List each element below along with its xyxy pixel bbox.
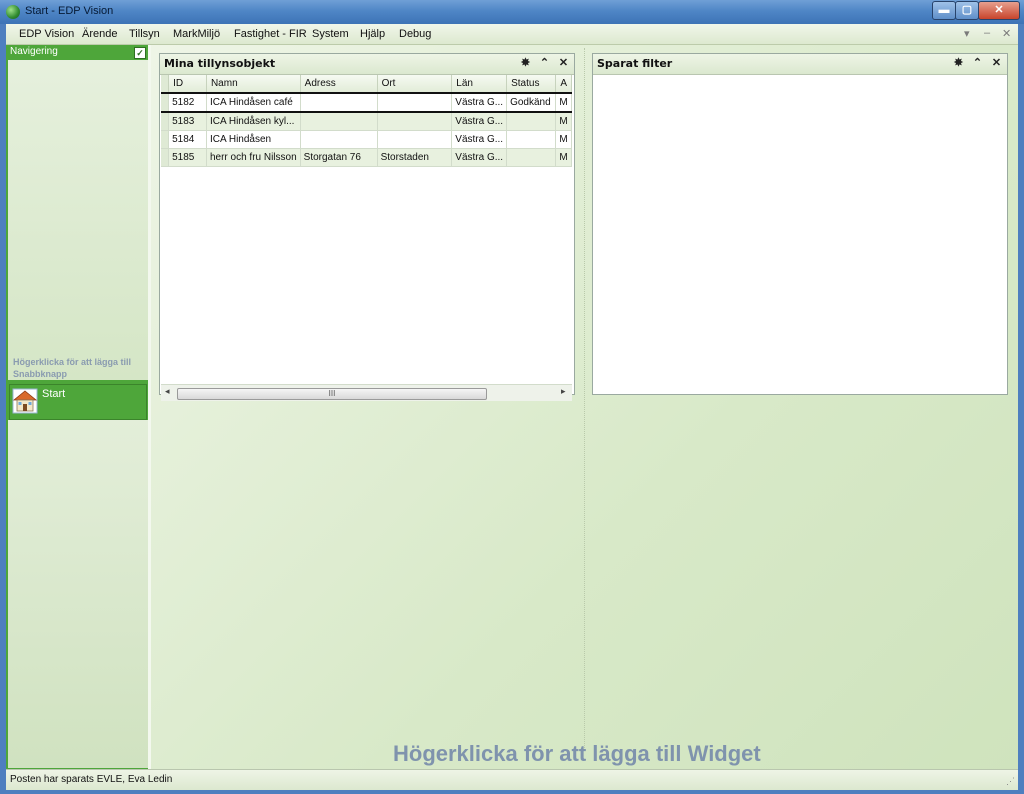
cell-adress[interactable] [300, 92, 378, 113]
cell-id[interactable]: 5183 [168, 112, 207, 131]
tillsyn-widget-header[interactable]: Mina tillynsobjekt ✸ ⌃ ✕ [160, 54, 574, 75]
collapse-icon[interactable]: ⌃ [971, 57, 984, 70]
cell-status[interactable] [506, 130, 557, 149]
sparat-filter-title: Sparat filter [597, 57, 673, 70]
cell-lan[interactable]: Västra G... [451, 130, 508, 149]
mdi-close-icon[interactable]: ✕ [1002, 27, 1011, 40]
table-row[interactable]: 5184 ICA Hindåsen Västra G... M [161, 130, 572, 149]
mdi-dropdown-icon[interactable]: ▾ [964, 27, 970, 40]
resize-grip-icon[interactable]: ⋰ [1006, 776, 1015, 787]
row-selector[interactable] [161, 92, 170, 113]
cell-status[interactable]: Godkänd [506, 92, 557, 113]
add-widget-hint: Högerklicka för att lägga till Widget [393, 741, 761, 766]
cell-ort[interactable]: Storstaden [377, 148, 453, 167]
start-shortcut-label: Start [42, 388, 66, 400]
cell-a[interactable]: M [555, 112, 572, 131]
column-header-adress[interactable]: Adress [300, 75, 378, 94]
window-titlebar[interactable]: Start - EDP Vision ▬ ▢ ✕ [0, 0, 1024, 24]
cell-a[interactable]: M [555, 92, 572, 113]
cell-ort[interactable] [377, 92, 453, 113]
window-title: Start - EDP Vision [25, 5, 114, 17]
navigation-pin-checkbox[interactable]: ✓ [134, 47, 146, 59]
cell-namn[interactable]: ICA Hindåsen café [206, 92, 301, 113]
cell-adress[interactable] [300, 112, 378, 131]
sparat-filter-header[interactable]: Sparat filter ✸ ⌃ ✕ [593, 54, 1007, 75]
cell-lan[interactable]: Västra G... [451, 112, 508, 131]
menu-markmiljo[interactable]: MarkMiljö [173, 28, 220, 40]
menu-debug[interactable]: Debug [399, 28, 431, 40]
column-header-a[interactable]: A [555, 75, 572, 94]
minimize-button[interactable]: ▬ [932, 1, 956, 20]
horizontal-scrollbar[interactable]: ◂ III ▸ [161, 384, 572, 401]
menu-arende[interactable]: Ärende [82, 28, 117, 40]
tillsyn-widget: Mina tillynsobjekt ✸ ⌃ ✕ ID Namn Adress … [159, 53, 575, 401]
cell-namn[interactable]: herr och fru Nilsson [206, 148, 301, 167]
navigation-header: Navigering [6, 45, 148, 60]
cell-id[interactable]: 5182 [168, 92, 207, 113]
close-icon[interactable]: ✕ [990, 57, 1003, 70]
sparat-filter-widget: Sparat filter ✸ ⌃ ✕ [592, 53, 1008, 395]
table-row[interactable]: 5183 ICA Hindåsen kyl... Västra G... M [161, 112, 572, 131]
row-header-corner [161, 75, 170, 94]
column-header-id[interactable]: ID [168, 75, 207, 94]
collapse-icon[interactable]: ⌃ [538, 57, 551, 70]
cell-ort[interactable] [377, 130, 453, 149]
settings-icon[interactable]: ✸ [519, 57, 532, 70]
cell-status[interactable] [506, 112, 557, 131]
menu-tillsyn[interactable]: Tillsyn [129, 28, 160, 40]
menu-system[interactable]: System [312, 28, 349, 40]
row-selector[interactable] [161, 112, 170, 131]
close-icon[interactable]: ✕ [557, 57, 570, 70]
cell-ort[interactable] [377, 112, 453, 131]
cell-status[interactable] [506, 148, 557, 167]
column-header-ort[interactable]: Ort [377, 75, 453, 94]
settings-icon[interactable]: ✸ [952, 57, 965, 70]
cell-adress[interactable]: Storgatan 76 [300, 148, 378, 167]
column-header-lan[interactable]: Län [451, 75, 508, 94]
cell-lan[interactable]: Västra G... [451, 148, 508, 167]
tillsyn-table: ID Namn Adress Ort Län Status A 5182 ICA… [161, 75, 572, 167]
cell-lan[interactable]: Västra G... [451, 92, 508, 113]
column-header-namn[interactable]: Namn [206, 75, 301, 94]
cell-a[interactable]: M [555, 148, 572, 167]
shortcut-hint: Högerklicka för att lägga till Snabbknap… [13, 357, 132, 379]
workspace-splitter[interactable] [584, 48, 585, 748]
app-logo-icon [6, 5, 20, 19]
mdi-minimize-icon[interactable]: – [984, 27, 990, 39]
menu-hjalp[interactable]: Hjälp [360, 28, 385, 40]
cell-id[interactable]: 5185 [168, 148, 207, 167]
menu-fastighet-fir[interactable]: Fastighet - FIR [234, 28, 307, 40]
scroll-left-icon[interactable]: ◂ [165, 386, 170, 397]
tillsyn-widget-title: Mina tillynsobjekt [164, 57, 276, 70]
cell-namn[interactable]: ICA Hindåsen [206, 130, 301, 149]
cell-a[interactable]: M [555, 130, 572, 149]
row-selector[interactable] [161, 148, 170, 167]
row-selector[interactable] [161, 130, 170, 149]
navigation-panel[interactable] [8, 60, 148, 380]
navigation-lower-panel [8, 420, 148, 768]
scrollbar-thumb[interactable]: III [177, 388, 487, 400]
table-row[interactable]: 5185 herr och fru Nilsson Storgatan 76 S… [161, 148, 572, 167]
scroll-right-icon[interactable]: ▸ [561, 386, 566, 397]
tillsyn-grid: ID Namn Adress Ort Län Status A 5182 ICA… [161, 75, 572, 380]
maximize-button[interactable]: ▢ [955, 1, 979, 20]
close-button[interactable]: ✕ [978, 1, 1020, 20]
cell-namn[interactable]: ICA Hindåsen kyl... [206, 112, 301, 131]
status-text: Posten har sparats EVLE, Eva Ledin [10, 774, 173, 785]
table-header-row: ID Namn Adress Ort Län Status A [161, 75, 572, 94]
cell-id[interactable]: 5184 [168, 130, 207, 149]
menu-edp-vision[interactable]: EDP Vision [19, 28, 74, 40]
house-icon [12, 388, 38, 414]
column-header-status[interactable]: Status [506, 75, 557, 94]
statusbar: Posten har sparats EVLE, Eva Ledin ⋰ [6, 769, 1018, 790]
navigation-title: Navigering [10, 46, 58, 57]
table-row[interactable]: 5182 ICA Hindåsen café Västra G... Godkä… [161, 92, 572, 113]
menubar: EDP Vision Ärende Tillsyn MarkMiljö Fast… [6, 24, 1018, 45]
cell-adress[interactable] [300, 130, 378, 149]
